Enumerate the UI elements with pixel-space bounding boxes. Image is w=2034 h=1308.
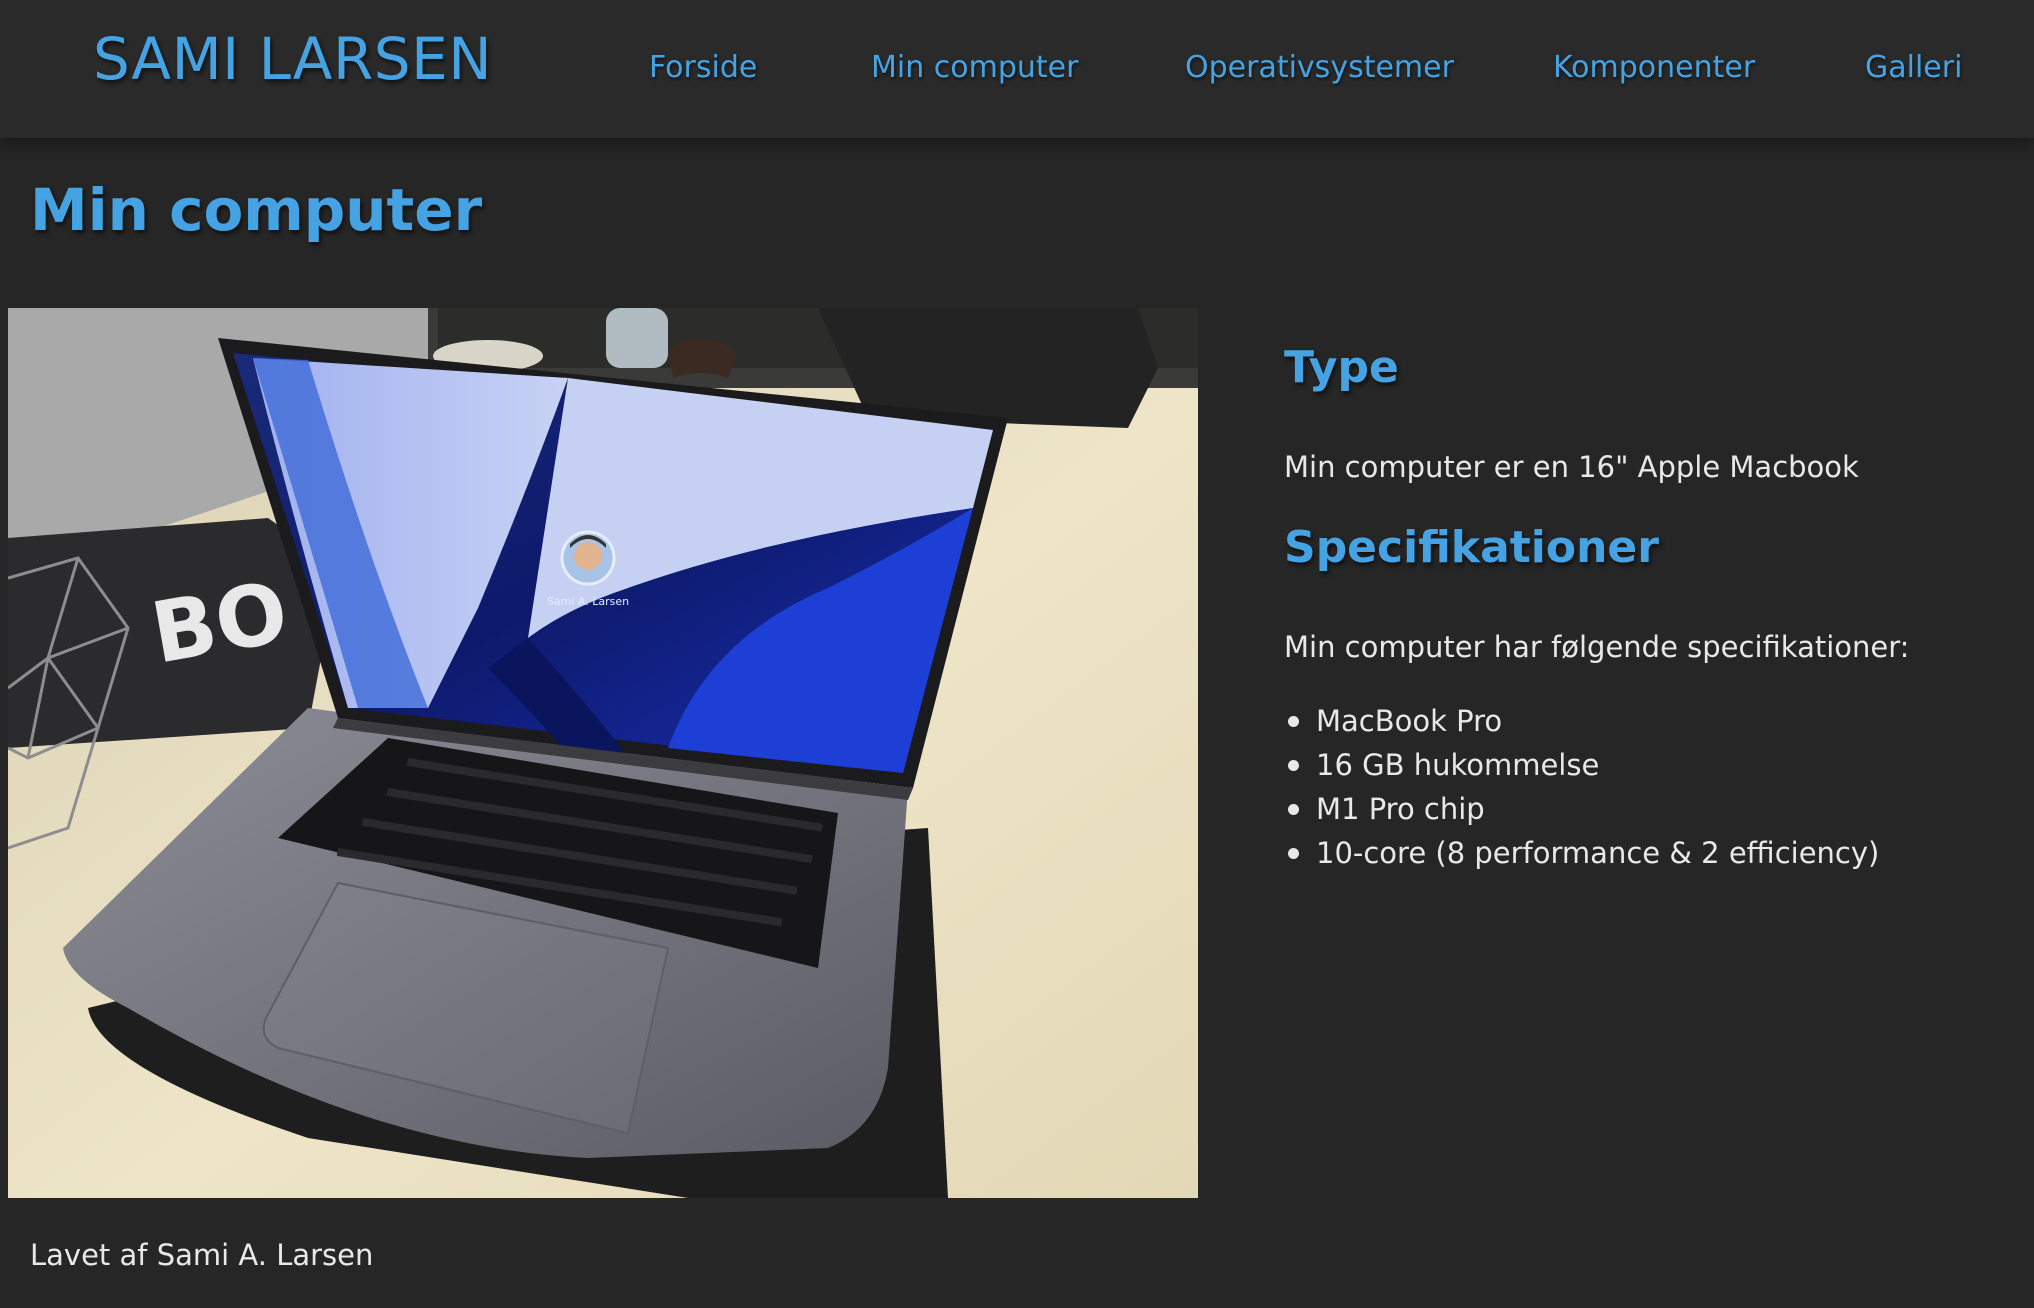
site-footer: Lavet af Sami A. Larsen — [30, 1238, 374, 1272]
specs-heading: Specifikationer — [1284, 522, 1659, 573]
specs-list: MacBook Pro 16 GB hukommelse M1 Pro chip… — [1284, 699, 1879, 875]
site-header: SAMI LARSEN Forside Min computer Operati… — [0, 0, 2034, 138]
type-heading: Type — [1284, 342, 1399, 393]
spec-item: 16 GB hukommelse — [1284, 743, 1879, 787]
nav-link-forside[interactable]: Forside — [649, 50, 757, 85]
main-nav: Forside Min computer Operativsystemer Ko… — [0, 50, 2034, 94]
page-title: Min computer — [30, 176, 483, 244]
nav-link-galleri[interactable]: Galleri — [1865, 50, 1962, 85]
specs-intro: Min computer har følgende specifikatione… — [1284, 630, 1910, 664]
type-text: Min computer er en 16" Apple Macbook — [1284, 450, 1859, 484]
nav-link-komponenter[interactable]: Komponenter — [1553, 50, 1755, 85]
spec-item: 10-core (8 performance & 2 efficiency) — [1284, 831, 1879, 875]
laptop-photo: BO Sami A. Larsen — [8, 308, 1198, 1198]
nav-link-min-computer[interactable]: Min computer — [871, 50, 1078, 85]
spec-item: M1 Pro chip — [1284, 787, 1879, 831]
login-username: Sami A. Larsen — [547, 595, 629, 608]
nav-link-operativsystemer[interactable]: Operativsystemer — [1185, 50, 1454, 85]
spec-item: MacBook Pro — [1284, 699, 1879, 743]
